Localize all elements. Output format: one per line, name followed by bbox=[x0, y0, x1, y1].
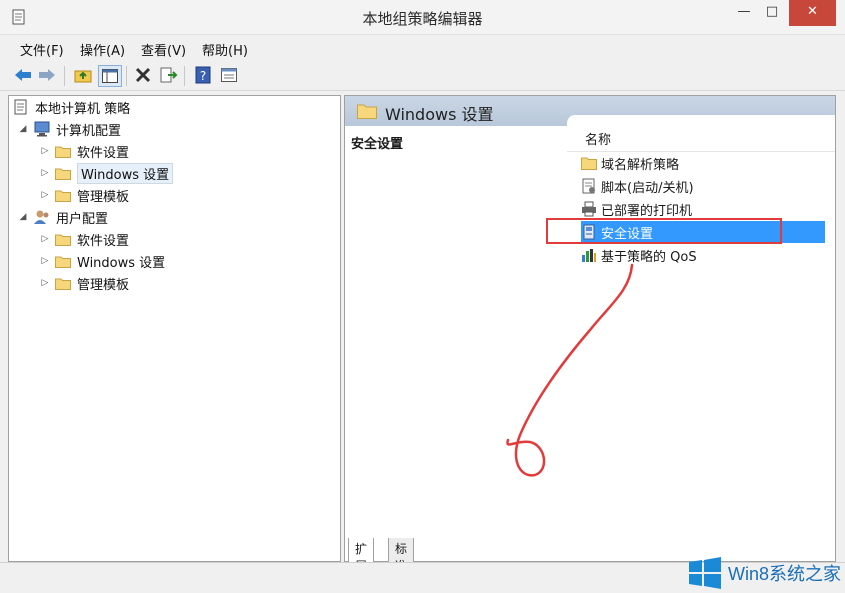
tree-root-label: 本地计算机 策略 bbox=[35, 101, 131, 117]
expanded-arrow-icon[interactable]: ◢ bbox=[17, 124, 29, 134]
list-item[interactable]: 基于策略的 QoS bbox=[581, 244, 825, 266]
menu-bar: 文件(F) 操作(A) 查看(V) 帮助(H) bbox=[0, 36, 845, 60]
list-item-label: 域名解析策略 bbox=[601, 157, 680, 173]
tree-item-label: 软件设置 bbox=[77, 233, 130, 249]
policy-document-icon bbox=[14, 99, 27, 115]
up-folder-icon bbox=[74, 70, 92, 83]
tree-item-computer-windows[interactable]: ▷ Windows 设置 bbox=[39, 162, 174, 184]
folder-icon bbox=[55, 278, 71, 290]
help-button[interactable]: ? bbox=[192, 65, 214, 85]
collapsed-arrow-icon[interactable]: ▷ bbox=[39, 234, 51, 244]
tree-item-user-software[interactable]: ▷ 软件设置 bbox=[39, 229, 129, 249]
folder-icon bbox=[581, 157, 597, 170]
list-item-label: 脚本(启动/关机) bbox=[601, 180, 694, 196]
details-pane[interactable]: Windows 设置 安全设置 名称 域名解析策略 脚本(启动/关机) 已部署的… bbox=[344, 95, 836, 562]
up-level-button[interactable] bbox=[72, 65, 94, 85]
tree-item-label: 管理模板 bbox=[77, 277, 130, 293]
back-button[interactable] bbox=[12, 65, 34, 85]
properties-icon bbox=[221, 68, 237, 82]
tree-item-user-admin[interactable]: ▷ 管理模板 bbox=[39, 273, 129, 293]
toolbar: ? bbox=[0, 60, 845, 91]
show-hide-tree-icon bbox=[102, 69, 118, 83]
watermark-text: Win8系统之家 bbox=[727, 564, 841, 584]
folder-icon bbox=[55, 168, 71, 180]
window-title: 本地组策略编辑器 bbox=[362, 10, 483, 28]
show-hide-tree-button[interactable] bbox=[98, 65, 122, 87]
tree-item-label: Windows 设置 bbox=[77, 162, 174, 184]
item-list[interactable]: 名称 域名解析策略 脚本(启动/关机) 已部署的打印机 安全设置 基于策略的 Q… bbox=[567, 115, 835, 540]
folder-icon bbox=[55, 190, 71, 202]
tree-item-label: 用户配置 bbox=[56, 211, 109, 227]
close-button[interactable]: ✕ bbox=[789, 0, 836, 26]
properties-button[interactable] bbox=[218, 65, 240, 85]
windows-logo-icon bbox=[688, 557, 721, 589]
close-icon: ✕ bbox=[807, 4, 818, 19]
details-header-title: Windows 设置 bbox=[385, 105, 494, 124]
export-list-icon bbox=[160, 67, 178, 83]
forward-button[interactable] bbox=[36, 65, 58, 85]
computer-icon bbox=[34, 121, 50, 137]
list-item[interactable]: 脚本(启动/关机) bbox=[581, 175, 825, 197]
list-item-label: 已部署的打印机 bbox=[601, 203, 693, 219]
back-arrow-icon bbox=[15, 69, 31, 81]
expanded-arrow-icon[interactable]: ◢ bbox=[17, 212, 29, 222]
svg-text:?: ? bbox=[200, 69, 206, 83]
folder-icon bbox=[55, 146, 71, 158]
collapsed-arrow-icon[interactable]: ▷ bbox=[39, 278, 51, 288]
folder-icon bbox=[357, 104, 377, 119]
tree-item-computer-config[interactable]: ◢ 计算机配置 bbox=[17, 119, 121, 139]
collapsed-arrow-icon[interactable]: ▷ bbox=[39, 168, 51, 178]
script-icon bbox=[582, 178, 595, 194]
collapsed-arrow-icon[interactable]: ▷ bbox=[39, 256, 51, 266]
maximize-button[interactable]: □ bbox=[758, 0, 786, 26]
minimize-icon: — bbox=[737, 4, 751, 19]
delete-button[interactable] bbox=[132, 65, 154, 85]
list-item[interactable]: 域名解析策略 bbox=[581, 152, 825, 174]
delete-icon bbox=[135, 67, 151, 83]
tree-item-user-config[interactable]: ◢ 用户配置 bbox=[17, 207, 108, 227]
tree-item-user-windows[interactable]: ▷ Windows 设置 bbox=[39, 251, 166, 271]
tree-item-label: 计算机配置 bbox=[56, 123, 122, 139]
collapsed-arrow-icon[interactable]: ▷ bbox=[39, 190, 51, 200]
tree-pane[interactable]: 本地计算机 策略 ◢ 计算机配置 ▷ 软件设置 ▷ Windows 设置 ▷ 管… bbox=[8, 95, 341, 562]
menu-action[interactable]: 操作(A) bbox=[80, 40, 125, 59]
maximize-icon: □ bbox=[765, 4, 779, 19]
export-list-button[interactable] bbox=[158, 65, 180, 85]
menu-view[interactable]: 查看(V) bbox=[141, 40, 186, 59]
tab-extended[interactable]: 扩展 bbox=[348, 538, 375, 573]
menu-help[interactable]: 帮助(H) bbox=[202, 40, 248, 59]
title-bar: 本地组策略编辑器 — □ ✕ bbox=[0, 0, 845, 35]
annotation-highlight-box bbox=[546, 218, 782, 244]
user-icon bbox=[34, 210, 49, 224]
list-item[interactable]: 已部署的打印机 bbox=[581, 198, 825, 220]
tree-root[interactable]: 本地计算机 策略 bbox=[13, 97, 130, 117]
folder-icon bbox=[55, 256, 71, 268]
printer-icon bbox=[582, 201, 596, 217]
menu-file[interactable]: 文件(F) bbox=[20, 40, 64, 59]
tree-item-computer-admin[interactable]: ▷ 管理模板 bbox=[39, 185, 129, 205]
status-bar: Win8系统之家 bbox=[0, 557, 845, 593]
collapsed-arrow-icon[interactable]: ▷ bbox=[39, 146, 51, 156]
column-header-name[interactable]: 名称 bbox=[567, 115, 835, 152]
bar-chart-icon bbox=[582, 249, 596, 262]
tree-item-computer-software[interactable]: ▷ 软件设置 bbox=[39, 141, 129, 161]
tree-item-label: Windows 设置 bbox=[77, 255, 166, 271]
help-icon: ? bbox=[195, 66, 211, 84]
forward-arrow-icon bbox=[39, 69, 55, 81]
tree-item-label: 管理模板 bbox=[77, 189, 130, 205]
selected-item-title: 安全设置 bbox=[351, 137, 404, 152]
minimize-button[interactable]: — bbox=[730, 0, 758, 26]
tree-item-label: 软件设置 bbox=[77, 145, 130, 161]
watermark: Win8系统之家 bbox=[688, 557, 841, 589]
tab-standard[interactable]: 标准 bbox=[388, 538, 415, 573]
list-item-label: 基于策略的 QoS bbox=[601, 249, 697, 265]
folder-icon bbox=[55, 234, 71, 246]
